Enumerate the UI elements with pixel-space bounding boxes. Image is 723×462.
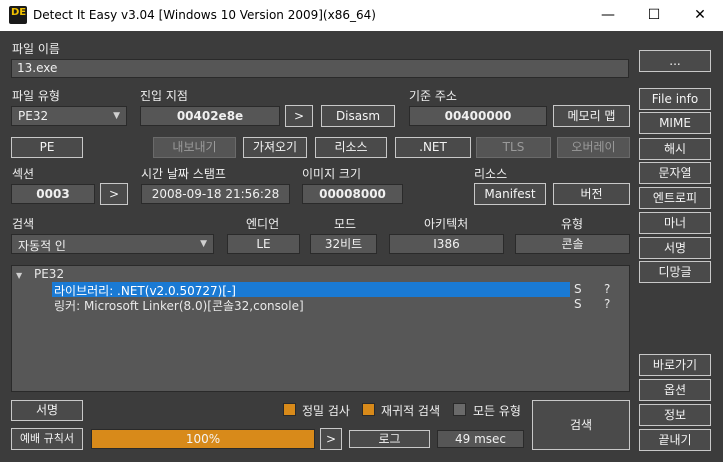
- signature-panel-button[interactable]: 서명: [639, 237, 711, 259]
- resource-group-label: 리소스: [474, 167, 508, 181]
- all-types-label: 모든 유형: [473, 404, 521, 418]
- close-button[interactable]: ✕: [677, 0, 723, 31]
- file-name-label: 파일 이름: [12, 42, 60, 56]
- deep-scan-label: 정밀 검사: [302, 404, 350, 418]
- chevron-down-icon: ▼: [113, 111, 120, 121]
- result-flag[interactable]: S: [574, 282, 582, 296]
- version-button[interactable]: 버전: [553, 183, 630, 205]
- image-size-field[interactable]: 00008000: [302, 184, 403, 204]
- entry-point-label: 진입 지점: [140, 89, 188, 103]
- type-label: 유형: [561, 217, 584, 231]
- section-go-button[interactable]: >: [100, 183, 128, 205]
- hex-button[interactable]: 마너: [639, 212, 711, 234]
- scan-mode-select[interactable]: 자동적 인 ▼: [11, 234, 214, 254]
- about-button[interactable]: 정보: [639, 404, 711, 426]
- entry-point-field[interactable]: 00402e8e: [140, 106, 280, 126]
- mode-field: 32비트: [310, 234, 377, 254]
- file-info-button[interactable]: File info: [639, 88, 711, 110]
- timestamp-label: 시간 날짜 스탬프: [141, 167, 226, 181]
- image-size-label: 이미지 크기: [302, 167, 362, 181]
- recursive-scan-label: 재귀적 검색: [381, 404, 441, 418]
- minimize-button[interactable]: —: [585, 0, 631, 31]
- strings-button[interactable]: 문자열: [639, 162, 711, 184]
- chevron-down-icon: ▼: [200, 239, 207, 249]
- endian-field: LE: [227, 234, 300, 254]
- mode-label: 모드: [334, 217, 357, 231]
- tree-root[interactable]: ▼ PE32: [16, 267, 64, 282]
- recursive-scan-checkbox[interactable]: [362, 403, 375, 416]
- result-info[interactable]: ?: [604, 297, 610, 311]
- export-button[interactable]: 내보내기: [153, 137, 236, 158]
- tree-root-label: PE32: [33, 267, 65, 281]
- base-address-field[interactable]: 00400000: [409, 106, 547, 126]
- maximize-button[interactable]: ☐: [631, 0, 677, 31]
- result-flag[interactable]: S: [574, 297, 582, 311]
- expand-icon[interactable]: ▼: [16, 271, 22, 280]
- scan-mode-value: 자동적 인: [18, 239, 66, 253]
- entry-point-go-button[interactable]: >: [285, 105, 313, 127]
- arch-field: I386: [389, 234, 504, 254]
- exit-button[interactable]: 끝내기: [639, 429, 711, 451]
- scan-time-field: 49 msec: [437, 430, 524, 448]
- overlay-button[interactable]: 오버레이: [557, 137, 630, 158]
- all-types-checkbox[interactable]: [453, 403, 466, 416]
- base-address-label: 기준 주소: [409, 89, 457, 103]
- file-type-value: PE32: [18, 109, 49, 123]
- browse-button[interactable]: ...: [639, 50, 711, 72]
- shortcuts-button[interactable]: 바로가기: [639, 354, 711, 376]
- section-label: 섹션: [12, 167, 35, 181]
- results-tree[interactable]: ▼ PE32 라이브러리: .NET(v2.0.50727)[-] S ? 링커…: [11, 265, 630, 392]
- result-text: 링커: Microsoft Linker(8.0)[콘솔32,console]: [54, 299, 304, 313]
- type-field: 콘솔: [515, 234, 630, 254]
- result-info[interactable]: ?: [604, 282, 610, 296]
- memory-map-button[interactable]: 메모리 맵: [553, 105, 630, 127]
- heuristic-rules-button[interactable]: 예배 규칙서: [11, 428, 83, 450]
- signatures-button[interactable]: 서명: [11, 400, 83, 421]
- deep-scan-checkbox[interactable]: [283, 403, 296, 416]
- log-button[interactable]: 로그: [349, 430, 430, 448]
- scan-button[interactable]: 검색: [532, 400, 630, 450]
- endian-label: 엔디언: [246, 217, 280, 231]
- entropy-button[interactable]: 엔트로피: [639, 187, 711, 209]
- title-bar: DE Detect It Easy v3.04 [Windows 10 Vers…: [0, 0, 723, 31]
- progress-bar: 100%: [91, 429, 315, 449]
- progress-text: 100%: [185, 432, 221, 446]
- import-button[interactable]: 가져오기: [243, 137, 307, 158]
- disasm-button[interactable]: Disasm: [321, 105, 395, 127]
- progress-go-button[interactable]: >: [320, 428, 342, 450]
- window-title: Detect It Easy v3.04 [Windows 10 Version…: [33, 8, 376, 22]
- tls-button[interactable]: TLS: [476, 137, 551, 158]
- result-row[interactable]: 라이브러리: .NET(v2.0.50727)[-] S ?: [12, 282, 629, 298]
- app-icon-text: DE: [11, 7, 27, 18]
- section-count-field[interactable]: 0003: [11, 184, 95, 204]
- file-type-select[interactable]: PE32 ▼: [11, 106, 127, 126]
- demangle-button[interactable]: 디망글: [639, 261, 711, 283]
- file-name-field[interactable]: 13.exe: [11, 59, 629, 78]
- timestamp-field[interactable]: 2008-09-18 21:56:28: [141, 184, 290, 204]
- app-icon: DE: [9, 6, 27, 24]
- resources-button[interactable]: 리소스: [315, 137, 387, 158]
- pe-button[interactable]: PE: [11, 137, 83, 158]
- hash-button[interactable]: 해시: [639, 138, 711, 160]
- net-button[interactable]: .NET: [395, 137, 471, 158]
- result-row[interactable]: 링커: Microsoft Linker(8.0)[콘솔32,console] …: [12, 297, 629, 313]
- file-type-label: 파일 유형: [12, 89, 60, 103]
- arch-label: 아키텍처: [424, 217, 469, 231]
- options-button[interactable]: 옵션: [639, 379, 711, 401]
- manifest-button[interactable]: Manifest: [474, 183, 546, 205]
- mime-button[interactable]: MIME: [639, 112, 711, 134]
- scan-label: 검색: [12, 217, 35, 231]
